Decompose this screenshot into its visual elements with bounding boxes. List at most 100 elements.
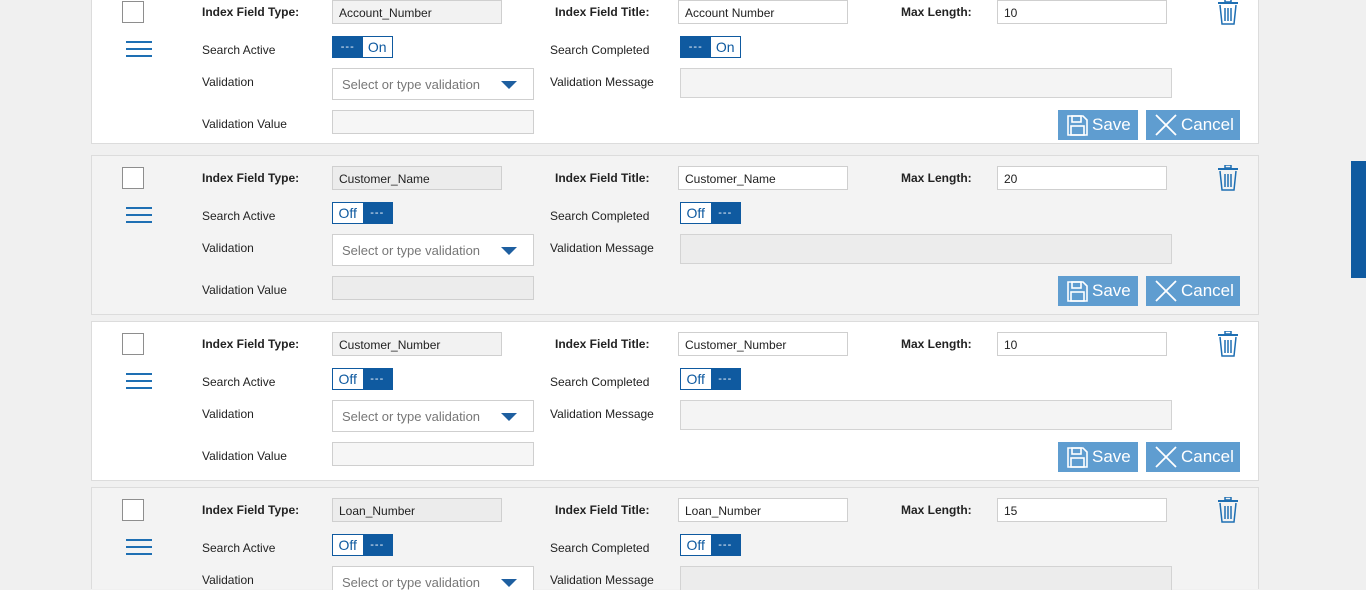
validation-value-label: Validation Value [202, 283, 287, 297]
row-select-checkbox[interactable] [122, 499, 144, 521]
cancel-label: Cancel [1181, 281, 1234, 300]
field-type-label: Index Field Type: [202, 503, 300, 517]
toggle-knob: --- [333, 37, 363, 57]
field-title-input[interactable]: Account Number [678, 0, 848, 24]
cancel-label: Cancel [1181, 115, 1234, 134]
validation-message-label: Validation Message [550, 241, 654, 255]
toggle-knob: --- [362, 203, 392, 223]
validation-message-input[interactable] [680, 400, 1172, 430]
field-title-input[interactable]: Customer_Name [678, 166, 848, 190]
validation-placeholder: Select or type validation [342, 243, 481, 258]
save-button[interactable]: Save [1058, 276, 1138, 306]
save-button[interactable]: Save [1058, 442, 1138, 472]
validation-label: Validation [202, 241, 254, 255]
close-icon [1155, 114, 1177, 136]
validation-message-label: Validation Message [550, 573, 654, 587]
validation-value-input[interactable] [332, 442, 534, 466]
search-active-toggle[interactable]: Off --- [332, 534, 393, 556]
index-field-row: Index Field Type: Loan_Number Index Fiel… [91, 487, 1259, 590]
toggle-knob: --- [710, 203, 740, 223]
save-label: Save [1092, 281, 1131, 300]
search-active-label: Search Active [202, 209, 276, 223]
row-select-checkbox[interactable] [122, 1, 144, 23]
max-length-input[interactable]: 10 [997, 332, 1167, 356]
toggle-state: Off [338, 205, 357, 221]
validation-select[interactable]: Select or type validation [332, 234, 534, 266]
validation-value-input[interactable] [332, 110, 534, 134]
validation-select[interactable]: Select or type validation [332, 68, 534, 100]
field-type-label: Index Field Type: [202, 5, 300, 19]
toggle-knob: --- [681, 37, 711, 57]
validation-message-input[interactable] [680, 234, 1172, 264]
toggle-knob: --- [362, 369, 392, 389]
validation-message-input[interactable] [680, 68, 1172, 98]
field-type-value: Loan_Number [332, 498, 502, 522]
delete-trash-icon[interactable] [1217, 496, 1239, 523]
index-field-row: Index Field Type: Customer_Name Index Fi… [91, 155, 1259, 315]
field-type-label: Index Field Type: [202, 171, 300, 185]
index-field-row: Index Field Type: Account_Number Index F… [91, 0, 1259, 144]
validation-label: Validation [202, 75, 254, 89]
search-completed-toggle[interactable]: Off --- [680, 534, 741, 556]
close-icon [1155, 446, 1177, 468]
chevron-down-icon [501, 81, 517, 89]
drag-handle-icon[interactable] [126, 539, 152, 555]
floppy-disk-icon [1067, 280, 1088, 302]
toggle-state: Off [338, 537, 357, 553]
search-active-toggle[interactable]: --- On [332, 36, 393, 58]
save-label: Save [1092, 447, 1131, 466]
validation-value-label: Validation Value [202, 449, 287, 463]
close-icon [1155, 280, 1177, 302]
cancel-button[interactable]: Cancel [1146, 276, 1240, 306]
search-completed-toggle[interactable]: Off --- [680, 368, 741, 390]
validation-placeholder: Select or type validation [342, 409, 481, 424]
toggle-state: Off [338, 371, 357, 387]
cancel-button[interactable]: Cancel [1146, 110, 1240, 140]
validation-select[interactable]: Select or type validation [332, 566, 534, 590]
field-title-input[interactable]: Loan_Number [678, 498, 848, 522]
max-length-input[interactable]: 15 [997, 498, 1167, 522]
drag-handle-icon[interactable] [126, 207, 152, 223]
field-type-value: Customer_Number [332, 332, 502, 356]
field-title-label: Index Field Title: [555, 5, 650, 19]
field-title-label: Index Field Title: [555, 503, 650, 517]
delete-trash-icon[interactable] [1217, 164, 1239, 191]
max-length-label: Max Length: [901, 5, 972, 19]
toggle-knob: --- [710, 535, 740, 555]
search-completed-toggle[interactable]: --- On [680, 36, 741, 58]
search-completed-toggle[interactable]: Off --- [680, 202, 741, 224]
delete-trash-icon[interactable] [1217, 0, 1239, 25]
save-button[interactable]: Save [1058, 110, 1138, 140]
field-title-label: Index Field Title: [555, 171, 650, 185]
side-panel-tab[interactable] [1351, 161, 1366, 278]
drag-handle-icon[interactable] [126, 41, 152, 57]
cancel-button[interactable]: Cancel [1146, 442, 1240, 472]
floppy-disk-icon [1067, 446, 1088, 468]
search-active-toggle[interactable]: Off --- [332, 368, 393, 390]
search-active-label: Search Active [202, 43, 276, 57]
chevron-down-icon [501, 579, 517, 587]
chevron-down-icon [501, 247, 517, 255]
validation-placeholder: Select or type validation [342, 575, 481, 590]
max-length-input[interactable]: 10 [997, 0, 1167, 24]
max-length-input[interactable]: 20 [997, 166, 1167, 190]
drag-handle-icon[interactable] [126, 373, 152, 389]
delete-trash-icon[interactable] [1217, 330, 1239, 357]
max-length-label: Max Length: [901, 171, 972, 185]
toggle-state: Off [686, 205, 705, 221]
validation-select[interactable]: Select or type validation [332, 400, 534, 432]
search-active-toggle[interactable]: Off --- [332, 202, 393, 224]
field-type-value: Account_Number [332, 0, 502, 24]
field-type-value: Customer_Name [332, 166, 502, 190]
validation-label: Validation [202, 407, 254, 421]
validation-value-label: Validation Value [202, 117, 287, 131]
chevron-down-icon [501, 413, 517, 421]
toggle-state: Off [686, 537, 705, 553]
toggle-state: Off [686, 371, 705, 387]
validation-value-input[interactable] [332, 276, 534, 300]
field-title-input[interactable]: Customer_Number [678, 332, 848, 356]
validation-message-input[interactable] [680, 566, 1172, 590]
search-active-label: Search Active [202, 541, 276, 555]
row-select-checkbox[interactable] [122, 167, 144, 189]
row-select-checkbox[interactable] [122, 333, 144, 355]
